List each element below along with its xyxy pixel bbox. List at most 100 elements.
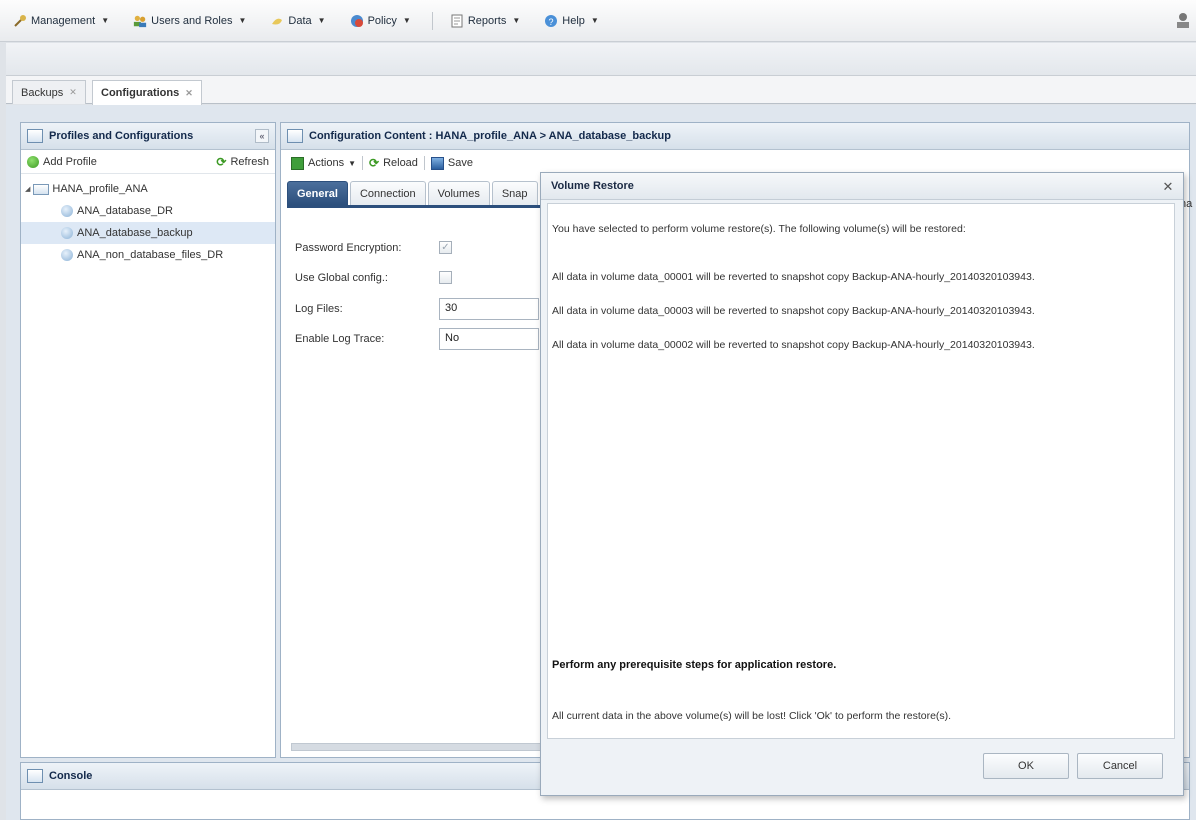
- chevron-down-icon: ▼: [101, 16, 110, 25]
- password-encryption-row: Password Encryption: ✓: [295, 241, 452, 254]
- chevron-down-icon: ▼: [348, 158, 356, 168]
- close-icon[interactable]: ✕: [185, 88, 193, 99]
- refresh-label: Refresh: [230, 155, 269, 168]
- menu-help-label: Help: [562, 14, 585, 27]
- close-icon[interactable]: ✕: [69, 87, 77, 98]
- close-icon[interactable]: ✕: [1161, 179, 1175, 193]
- save-icon: [430, 156, 444, 170]
- menu-policy[interactable]: Policy ▼: [347, 10, 414, 32]
- dialog-volume-line: All data in volume data_00003 will be re…: [552, 305, 1035, 317]
- reload-button[interactable]: ⟳ Reload: [369, 156, 418, 170]
- tab-configurations[interactable]: Configurations ✕: [92, 80, 202, 105]
- horizontal-scrollbar[interactable]: [291, 743, 551, 751]
- tree-item-label: ANA_database_backup: [77, 227, 193, 239]
- tab-backups[interactable]: Backups ✕: [12, 80, 86, 104]
- reload-icon: ⟳: [369, 156, 380, 170]
- dialog-title: Volume Restore: [541, 173, 1183, 200]
- menu-reports[interactable]: Reports ▼: [447, 10, 523, 32]
- menu-policy-label: Policy: [367, 14, 397, 27]
- panel-icon: [27, 129, 43, 143]
- enable-log-trace-select[interactable]: No: [439, 328, 539, 350]
- password-encryption-checkbox[interactable]: ✓: [439, 241, 452, 254]
- use-global-config-row: Use Global config.:: [295, 271, 452, 284]
- users-icon: [133, 14, 147, 28]
- profiles-tree: ◢ HANA_profile_ANA ANA_database_DR ANA_d…: [21, 174, 275, 266]
- menu-separator: [431, 11, 433, 30]
- expand-triangle-icon[interactable]: ◢: [25, 185, 30, 193]
- chevron-down-icon: ▼: [238, 16, 247, 25]
- profiles-panel: Profiles and Configurations « Add Profil…: [20, 122, 276, 758]
- profiles-toolbar: Add Profile ⟳ Refresh: [21, 150, 275, 174]
- configuration-content-title: Configuration Content : HANA_profile_ANA…: [309, 130, 671, 142]
- volume-restore-dialog: Volume Restore ✕ You have selected to pe…: [540, 172, 1184, 796]
- menu-help[interactable]: ? Help ▼: [541, 10, 602, 32]
- config-icon: [61, 227, 73, 239]
- profiles-panel-header: Profiles and Configurations «: [21, 123, 275, 150]
- menu-reports-label: Reports: [467, 14, 507, 27]
- panel-icon: [27, 769, 43, 783]
- enable-log-trace-label: Enable Log Trace:: [295, 333, 385, 345]
- actions-button[interactable]: Actions ▼: [291, 156, 356, 170]
- app-tab-strip: Backups ✕ Configurations ✕: [6, 76, 1196, 105]
- user-icon[interactable]: [1174, 11, 1192, 29]
- password-encryption-label: Password Encryption:: [295, 241, 402, 254]
- toolbar-separator: [423, 156, 425, 170]
- tab-connection[interactable]: Connection: [349, 181, 426, 205]
- collapse-icon[interactable]: «: [255, 129, 269, 143]
- configuration-content-header: Configuration Content : HANA_profile_ANA…: [281, 123, 1189, 150]
- main-menubar: Management ▼ Users and Roles ▼ Data ▼ Po…: [0, 0, 1196, 42]
- tree-item-label: ANA_database_DR: [77, 205, 174, 217]
- use-global-config-checkbox[interactable]: [439, 271, 452, 284]
- secondary-toolbar: [6, 43, 1196, 76]
- log-files-label: Log Files:: [295, 303, 343, 315]
- tree-item-label: HANA_profile_ANA: [52, 183, 148, 195]
- panel-icon: [287, 129, 303, 143]
- tab-configurations-label: Configurations: [101, 87, 180, 99]
- tab-snapshot[interactable]: Snap: [491, 181, 538, 205]
- add-profile-button[interactable]: Add Profile: [27, 155, 97, 168]
- dialog-body: You have selected to perform volume rest…: [547, 203, 1175, 739]
- menu-management[interactable]: Management ▼: [10, 10, 112, 32]
- svg-text:?: ?: [549, 17, 554, 27]
- policy-icon: [350, 14, 364, 28]
- log-files-row: Log Files: 30: [295, 298, 539, 320]
- actions-icon: [291, 156, 304, 170]
- dialog-volume-line: All data in volume data_00001 will be re…: [552, 271, 1035, 283]
- console-title: Console: [49, 770, 93, 782]
- chevron-down-icon: ▼: [512, 16, 521, 25]
- tree-item-database-dr[interactable]: ANA_database_DR: [21, 200, 275, 222]
- config-icon: [61, 249, 73, 261]
- tree-item-hana-profile[interactable]: ◢ HANA_profile_ANA: [21, 178, 275, 200]
- dialog-intro: You have selected to perform volume rest…: [552, 223, 966, 235]
- chevron-down-icon: ▼: [402, 16, 411, 25]
- add-profile-label: Add Profile: [43, 155, 97, 168]
- save-button[interactable]: Save: [430, 156, 473, 170]
- enable-log-trace-row: Enable Log Trace: No: [295, 328, 539, 350]
- menu-users-and-roles[interactable]: Users and Roles ▼: [130, 10, 249, 32]
- tree-item-database-backup[interactable]: ANA_database_backup: [21, 222, 275, 244]
- use-global-config-label: Use Global config.:: [295, 271, 388, 284]
- wrench-icon: [13, 14, 27, 28]
- dialog-volume-line: All data in volume data_00002 will be re…: [552, 339, 1035, 351]
- help-icon: ?: [544, 14, 558, 28]
- refresh-button[interactable]: ⟳ Refresh: [216, 155, 269, 169]
- tab-backups-label: Backups: [21, 86, 64, 99]
- cancel-button[interactable]: Cancel: [1077, 753, 1163, 779]
- config-icon: [61, 205, 73, 217]
- tree-item-non-database-files-dr[interactable]: ANA_non_database_files_DR: [21, 244, 275, 266]
- dialog-prereq-note: Perform any prerequisite steps for appli…: [552, 659, 837, 671]
- add-icon: [27, 155, 39, 168]
- toolbar-separator: [362, 156, 363, 170]
- chevron-down-icon: ▼: [590, 16, 599, 25]
- profiles-panel-title: Profiles and Configurations: [49, 130, 194, 142]
- menu-management-label: Management: [31, 14, 96, 27]
- log-files-input[interactable]: 30: [439, 298, 539, 320]
- tree-item-label: ANA_non_database_files_DR: [77, 249, 224, 261]
- save-label: Save: [447, 157, 473, 169]
- menu-data[interactable]: Data ▼: [267, 10, 328, 32]
- dialog-warning: All current data in the above volume(s) …: [552, 710, 952, 722]
- tab-general[interactable]: General: [287, 181, 348, 205]
- tab-volumes[interactable]: Volumes: [427, 181, 490, 205]
- ok-button[interactable]: OK: [983, 753, 1069, 779]
- profile-icon: [33, 183, 50, 195]
